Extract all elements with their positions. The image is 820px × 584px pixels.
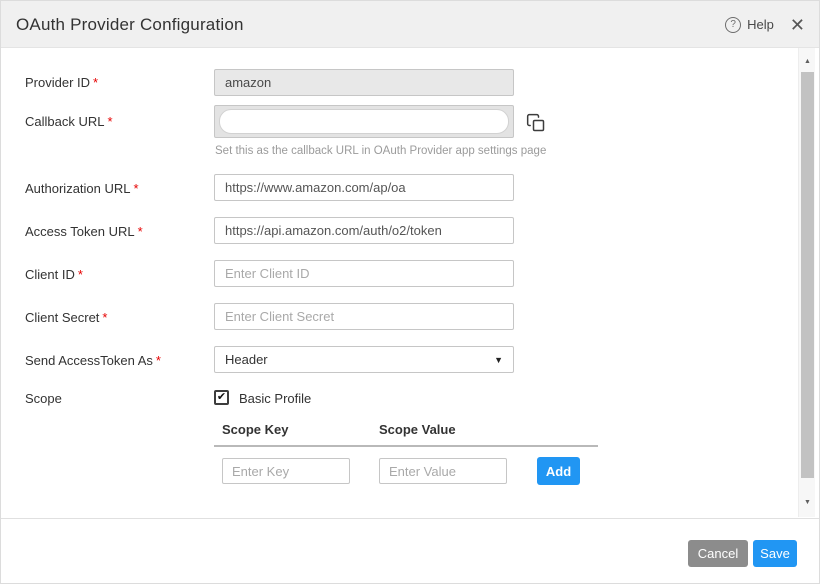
provider-id-label: Provider ID* <box>25 75 98 90</box>
callback-url-field[interactable] <box>214 105 514 138</box>
client-id-field[interactable] <box>214 260 514 287</box>
scope-value-input[interactable] <box>379 458 507 484</box>
select-value: Header <box>225 352 268 367</box>
required-asterisk: * <box>93 75 98 90</box>
required-asterisk: * <box>107 114 112 129</box>
callback-url-helper-text: Set this as the callback URL in OAuth Pr… <box>215 145 546 157</box>
authorization-url-field[interactable] <box>214 174 514 201</box>
send-accesstoken-as-label: Send AccessToken As* <box>25 353 161 368</box>
access-token-url-label: Access Token URL* <box>25 224 143 239</box>
required-asterisk: * <box>134 181 139 196</box>
dialog-header: OAuth Provider Configuration ? Help ✕ <box>1 1 819 48</box>
provider-id-field[interactable] <box>214 69 514 96</box>
chevron-down-icon: ▼ <box>494 355 503 365</box>
required-asterisk: * <box>78 267 83 282</box>
access-token-url-field[interactable] <box>214 217 514 244</box>
client-secret-label: Client Secret* <box>25 310 107 325</box>
client-secret-field[interactable] <box>214 303 514 330</box>
scroll-up-icon[interactable]: ▲ <box>799 54 816 70</box>
client-id-label: Client ID* <box>25 267 83 282</box>
dialog-footer: Cancel Save <box>1 518 819 584</box>
cancel-button[interactable]: Cancel <box>688 540 748 567</box>
required-asterisk: * <box>138 224 143 239</box>
authorization-url-label: Authorization URL* <box>25 181 139 196</box>
scope-key-header: Scope Key <box>222 422 288 437</box>
required-asterisk: * <box>102 310 107 325</box>
copy-icon[interactable] <box>525 113 547 135</box>
oauth-provider-configuration-dialog: OAuth Provider Configuration ? Help ✕ Pr… <box>0 0 820 584</box>
help-icon: ? <box>725 17 741 33</box>
help-label: Help <box>747 17 774 32</box>
scope-value-header: Scope Value <box>379 422 456 437</box>
redacted-callback-value <box>219 109 509 134</box>
callback-url-label: Callback URL* <box>25 114 113 129</box>
close-icon[interactable]: ✕ <box>790 16 805 34</box>
send-accesstoken-as-select[interactable]: Header ▼ <box>214 346 514 373</box>
scope-table-divider <box>214 445 598 447</box>
save-button[interactable]: Save <box>753 540 797 567</box>
scrollbar-thumb[interactable] <box>801 72 814 478</box>
scrollbar[interactable]: ▲ ▼ <box>798 48 815 517</box>
scope-label: Scope <box>25 391 62 406</box>
scroll-down-icon[interactable]: ▼ <box>799 495 816 511</box>
checkmark-icon: ✔ <box>217 392 226 403</box>
header-actions: ? Help ✕ <box>725 1 805 48</box>
help-button[interactable]: ? Help <box>725 17 774 33</box>
basic-profile-checkbox[interactable]: ✔ <box>214 390 229 405</box>
basic-profile-label: Basic Profile <box>239 391 311 406</box>
scope-key-input[interactable] <box>222 458 350 484</box>
add-scope-button[interactable]: Add <box>537 457 580 485</box>
page-title: OAuth Provider Configuration <box>16 15 244 35</box>
required-asterisk: * <box>156 353 161 368</box>
